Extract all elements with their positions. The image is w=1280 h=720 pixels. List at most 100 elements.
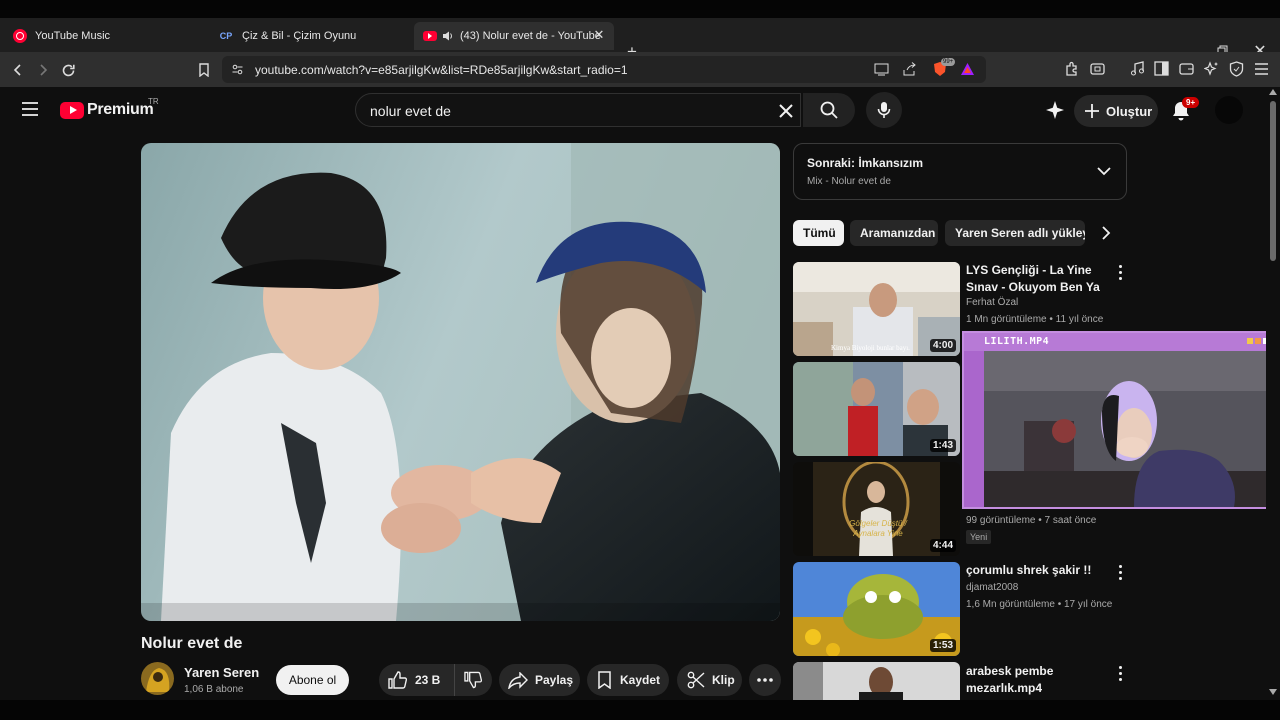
- channel-name[interactable]: Yaren Seren: [184, 665, 259, 680]
- youtube-logo-icon: [60, 101, 84, 119]
- share-page-icon[interactable]: [902, 62, 917, 77]
- forward-icon[interactable]: [32, 59, 54, 81]
- address-bar[interactable]: youtube.com/watch?v=e85arjilgKw&list=RDe…: [222, 56, 986, 83]
- save-playlist-icon: [598, 671, 611, 689]
- tab-ciz-bil[interactable]: CP Çiz & Bil - Çizim Oyunu: [210, 22, 410, 50]
- more-options-icon[interactable]: [1114, 263, 1126, 281]
- voice-search-button[interactable]: [866, 92, 902, 128]
- create-label: Oluştur: [1106, 103, 1153, 119]
- chip-uploader[interactable]: Yaren Seren adlı yükleyici: [945, 220, 1085, 246]
- close-tab-icon[interactable]: ✕: [592, 28, 606, 42]
- recommendation-thumbnail[interactable]: Kimya Biyoloji bunlar bayı. 4:00: [793, 262, 960, 356]
- clip-button[interactable]: Klip: [677, 664, 742, 696]
- tab-title: (43) Nolur evet de - YouTube: [460, 30, 601, 42]
- logo-text: Premium: [87, 101, 154, 118]
- duration-badge: 4:44: [929, 539, 956, 552]
- ai-assistant-icon[interactable]: [1045, 100, 1065, 120]
- save-button[interactable]: Kaydet: [587, 664, 669, 696]
- scissors-icon: [687, 671, 705, 689]
- music-note-icon[interactable]: [1129, 61, 1145, 77]
- webcam-overlay: LILITH.MP4: [962, 331, 1277, 509]
- like-button[interactable]: 23 B: [379, 664, 455, 696]
- chevron-right-icon[interactable]: [1099, 225, 1113, 241]
- cast-icon[interactable]: [874, 63, 889, 76]
- scrollbar-thumb[interactable]: [1270, 101, 1276, 261]
- chip-from-search[interactable]: Aramanızdan: [850, 220, 938, 246]
- leo-ai-icon[interactable]: [1204, 61, 1219, 76]
- page-scrollbar[interactable]: [1266, 87, 1280, 700]
- share-button[interactable]: Paylaş: [499, 664, 580, 696]
- brave-shields-icon[interactable]: 99+: [932, 58, 956, 77]
- up-next-subtitle: Mix - Nolur evet de: [807, 176, 891, 187]
- recommendation-thumbnail[interactable]: Gölgeler Düştü / Aynalara Yine 4:44: [793, 462, 960, 556]
- recommendation-title[interactable]: arabesk pembe mezarlık.mp4: [966, 663, 1106, 697]
- extensions-icon[interactable]: [1064, 61, 1080, 77]
- tab-youtube-video[interactable]: (43) Nolur evet de - YouTube ✕: [414, 22, 614, 50]
- back-icon[interactable]: [7, 59, 29, 81]
- thumbnail-caption: Gölgeler Düştü / Aynalara Yine: [849, 519, 907, 538]
- browser-menu-icon[interactable]: [1254, 62, 1269, 76]
- scroll-down-icon[interactable]: [1269, 689, 1277, 695]
- recommendation-channel[interactable]: djamat2008: [966, 582, 1018, 593]
- chevron-down-icon[interactable]: [1097, 166, 1111, 176]
- country-code: TR: [148, 97, 159, 106]
- subscribe-button[interactable]: Abone ol: [276, 665, 349, 695]
- video-player[interactable]: [141, 143, 780, 621]
- youtube-music-icon: [13, 29, 27, 43]
- browser-toolbar: youtube.com/watch?v=e85arjilgKw&list=RDe…: [0, 52, 1280, 87]
- sidebar-toggle-icon[interactable]: [1154, 61, 1169, 76]
- recommendation-thumbnail[interactable]: 1:43: [793, 362, 960, 456]
- wallet-icon[interactable]: [1090, 61, 1105, 76]
- account-avatar[interactable]: [1215, 96, 1243, 124]
- tab-title: YouTube Music: [35, 30, 111, 42]
- up-next-mix-panel[interactable]: Sonraki: İmkansızım Mix - Nolur evet de: [793, 143, 1127, 200]
- browser-tab-bar: YouTube Music CP Çiz & Bil - Çizim Oyunu…: [0, 18, 1280, 61]
- url-text: youtube.com/watch?v=e85arjilgKw&list=RDe…: [255, 63, 628, 77]
- more-options-icon[interactable]: [1114, 664, 1126, 682]
- overlay-title: LILITH.MP4: [984, 336, 1050, 347]
- clip-label: Klip: [712, 673, 735, 687]
- recommendation-title[interactable]: çorumlu shrek şakir !!: [966, 562, 1106, 579]
- recommendation-thumbnail[interactable]: [793, 662, 960, 700]
- bookmark-icon[interactable]: [193, 59, 215, 81]
- clear-search-icon[interactable]: [776, 101, 796, 121]
- thumbs-down-icon: [464, 671, 482, 689]
- screen-top-border: [0, 0, 1280, 18]
- recommendation-thumbnail[interactable]: 1:53: [793, 562, 960, 656]
- reload-icon[interactable]: [57, 59, 79, 81]
- video-title: Nolur evet de: [141, 635, 243, 652]
- channel-avatar[interactable]: [141, 662, 174, 695]
- chip-all[interactable]: Tümü: [793, 220, 844, 246]
- hamburger-menu-icon[interactable]: [21, 101, 39, 117]
- overlay-header: LILITH.MP4: [964, 333, 1275, 351]
- recommendation-meta: 99 görüntüleme • 7 saat önce: [966, 515, 1097, 526]
- recommendation-title[interactable]: LYS Gençliği - La Yine Sınav - Okuyom Be…: [966, 262, 1106, 296]
- search-button[interactable]: [803, 93, 855, 127]
- tab-title: Çiz & Bil - Çizim Oyunu: [242, 30, 357, 42]
- more-horizontal-icon: [757, 678, 773, 682]
- dislike-button[interactable]: [455, 664, 491, 696]
- vpn-shield-icon[interactable]: [1229, 61, 1244, 77]
- more-options-icon[interactable]: [1114, 563, 1126, 581]
- search-icon: [820, 101, 838, 119]
- search-box: [355, 93, 801, 127]
- save-label: Kaydet: [620, 673, 661, 687]
- thumbnail-caption: Kimya Biyoloji bunlar bayı.: [831, 344, 910, 352]
- create-button[interactable]: Oluştur: [1074, 95, 1158, 127]
- youtube-premium-logo[interactable]: Premium TR: [60, 97, 159, 119]
- search-input[interactable]: [370, 101, 750, 121]
- like-dislike-group: 23 B: [379, 664, 492, 696]
- brave-rewards-icon[interactable]: [960, 62, 975, 76]
- like-count: 23 B: [415, 673, 441, 687]
- recommendation-channel[interactable]: Ferhat Özal: [966, 297, 1018, 308]
- share-icon: [508, 671, 528, 689]
- tab-youtube-music[interactable]: YouTube Music: [4, 22, 208, 50]
- speaker-icon: [443, 31, 452, 41]
- site-settings-icon[interactable]: [231, 63, 244, 76]
- scroll-up-icon[interactable]: [1269, 89, 1277, 95]
- notification-count-badge: 9+: [1182, 97, 1200, 108]
- crypto-wallet-icon[interactable]: [1179, 61, 1194, 76]
- subscriber-count: 1,06 B abone: [184, 684, 244, 695]
- more-actions-button[interactable]: [749, 664, 781, 696]
- video-frame-scene: [141, 143, 780, 621]
